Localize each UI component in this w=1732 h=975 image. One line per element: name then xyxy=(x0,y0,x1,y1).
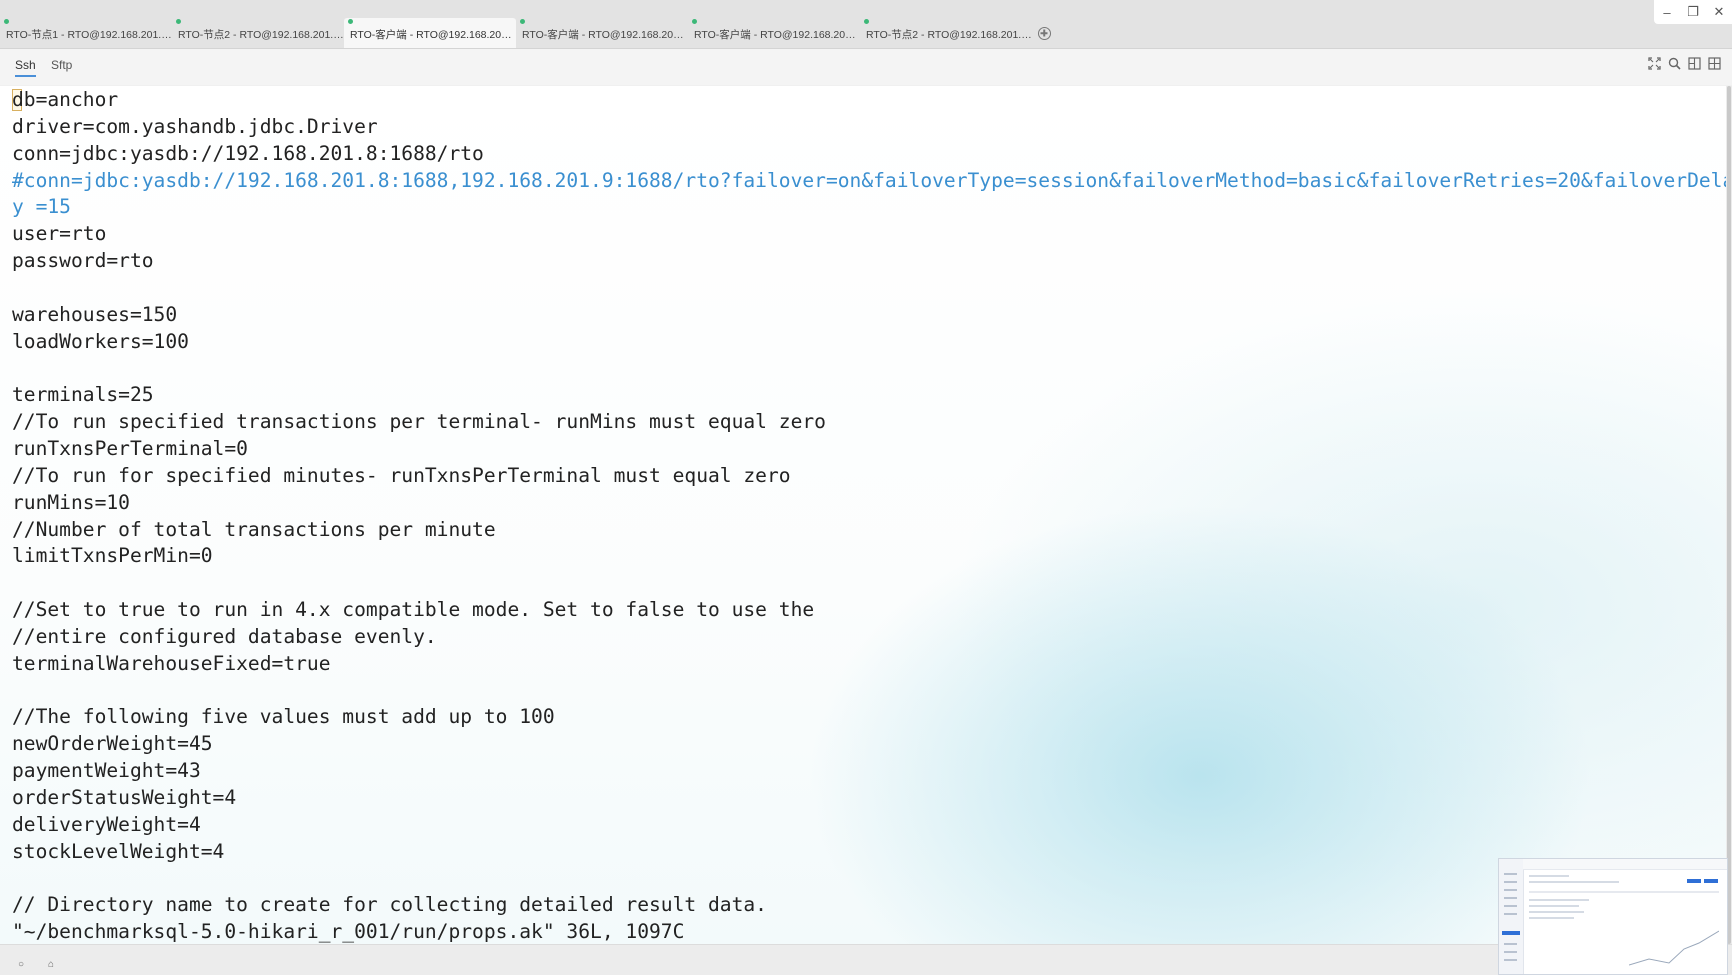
session-tab-bar: RTO-节点1 - RTO@192.168.201.8:22 RTO-节点2 -… xyxy=(0,0,1732,49)
preview-row xyxy=(1529,875,1569,877)
session-tab-label: RTO-客户端 - RTO@192.168.201.1... xyxy=(522,29,688,41)
bottom-bar: ○ ⌂ xyxy=(0,944,1732,975)
session-tab-client-active[interactable]: RTO-客户端 - RTO@192.168.201.1... xyxy=(344,18,516,48)
session-subtoolbar: Ssh Sftp xyxy=(0,49,1732,85)
terminal-line: //Number of total transactions per minut… xyxy=(12,517,496,541)
screen-preview-thumbnail[interactable] xyxy=(1498,858,1728,975)
terminal-line: //Set to true to run in 4.x compatible m… xyxy=(12,598,815,622)
terminal-line: y =15 xyxy=(12,195,71,219)
preview-row xyxy=(1529,891,1719,893)
terminal-line: terminals=25 xyxy=(12,383,154,407)
tab-sftp[interactable]: Sftp xyxy=(51,58,72,75)
terminal-line: runTxnsPerTerminal=0 xyxy=(12,436,248,460)
ssh-client-window: RTO-节点1 - RTO@192.168.201.8:22 RTO-节点2 -… xyxy=(0,0,1732,975)
preview-row xyxy=(1529,905,1579,907)
terminal-line: runMins=10 xyxy=(12,490,130,514)
session-tab-node2-b[interactable]: RTO-节点2 - RTO@192.168.201.9:22 xyxy=(860,18,1032,48)
terminal-line: password=rto xyxy=(12,249,154,273)
scrollbar-thumb[interactable] xyxy=(1727,86,1731,944)
search-icon[interactable] xyxy=(1666,55,1682,71)
status-circle-icon[interactable]: ○ xyxy=(18,959,24,970)
terminal-line: db=anchor xyxy=(12,88,119,111)
terminal-line: limitTxnsPerMin=0 xyxy=(12,544,213,568)
session-tab-label: RTO-客户端 - RTO@192.168.201.1... xyxy=(694,29,860,41)
connected-dot-icon xyxy=(348,19,353,24)
terminal-line: //To run for specified minutes- runTxnsP… xyxy=(12,463,791,487)
tab-ssh[interactable]: Ssh xyxy=(15,58,36,77)
preview-row xyxy=(1529,911,1584,913)
fullscreen-icon[interactable] xyxy=(1646,55,1662,71)
terminal-line: //To run specified transactions per term… xyxy=(12,410,826,434)
session-tab-label: RTO-节点2 - RTO@192.168.201.9:22 xyxy=(866,29,1032,41)
terminal-output[interactable]: db=anchor driver=com.yashandb.jdbc.Driver… xyxy=(0,86,1726,944)
preview-chart xyxy=(1629,930,1719,966)
close-button[interactable]: ✕ xyxy=(1706,0,1732,24)
terminal-line: "~/benchmarksql-5.0-hikari_r_001/run/pro… xyxy=(12,920,685,944)
session-tab-client-3[interactable]: RTO-客户端 - RTO@192.168.201.1... xyxy=(688,18,860,48)
terminal-scrollbar[interactable] xyxy=(1726,86,1732,944)
terminal-line: paymentWeight=43 xyxy=(12,759,201,783)
status-home-icon[interactable]: ⌂ xyxy=(48,959,54,970)
session-tab-label: RTO-节点1 - RTO@192.168.201.8:22 xyxy=(6,29,172,41)
terminal-line: newOrderWeight=45 xyxy=(12,732,213,756)
preview-row xyxy=(1529,881,1619,883)
session-tab-label: RTO-客户端 - RTO@192.168.201.1... xyxy=(350,29,516,41)
preview-sidebar xyxy=(1499,859,1524,974)
connected-dot-icon xyxy=(520,19,525,24)
plus-circle-icon xyxy=(1037,26,1051,40)
restore-button[interactable]: ❐ xyxy=(1680,0,1706,24)
session-tab-label: RTO-节点2 - RTO@192.168.201.9:22 xyxy=(178,29,344,41)
window-controls: – ❐ ✕ xyxy=(1654,0,1732,24)
preview-button xyxy=(1704,879,1718,883)
preview-button xyxy=(1687,879,1701,883)
connected-dot-icon xyxy=(692,19,697,24)
add-tab-button[interactable] xyxy=(1032,18,1056,48)
terminal-line: warehouses=150 xyxy=(12,302,178,326)
terminal-line: //The following five values must add up … xyxy=(12,705,555,729)
preview-row xyxy=(1529,899,1589,901)
connected-dot-icon xyxy=(864,19,869,24)
terminal-line: conn=jdbc:yasdb://192.168.201.8:1688/rto xyxy=(12,141,484,165)
session-tab-node2[interactable]: RTO-节点2 - RTO@192.168.201.9:22 xyxy=(172,18,344,48)
terminal-line: loadWorkers=100 xyxy=(12,329,189,353)
connected-dot-icon xyxy=(4,19,9,24)
session-tab-node1[interactable]: RTO-节点1 - RTO@192.168.201.8:22 xyxy=(0,18,172,48)
preview-header xyxy=(1523,859,1727,870)
terminal-line: orderStatusWeight=4 xyxy=(12,785,237,809)
layout-grid-icon[interactable] xyxy=(1706,55,1722,71)
minimize-button[interactable]: – xyxy=(1654,0,1680,24)
terminal-line: #conn=jdbc:yasdb://192.168.201.8:1688,19… xyxy=(12,168,1726,192)
terminal-line: //entire configured database evenly. xyxy=(12,624,437,648)
terminal-line: user=rto xyxy=(12,222,107,246)
terminal-line: terminalWarehouseFixed=true xyxy=(12,651,331,675)
terminal-line: deliveryWeight=4 xyxy=(12,812,201,836)
session-tab-client-2[interactable]: RTO-客户端 - RTO@192.168.201.1... xyxy=(516,18,688,48)
terminal-tools xyxy=(1646,55,1722,71)
connected-dot-icon xyxy=(176,19,181,24)
terminal-line: stockLevelWeight=4 xyxy=(12,839,225,863)
preview-row xyxy=(1529,917,1574,919)
terminal-line: driver=com.yashandb.jdbc.Driver xyxy=(12,114,378,138)
terminal-text: db=anchor driver=com.yashandb.jdbc.Driver… xyxy=(12,87,1726,944)
session-tabs: RTO-节点1 - RTO@192.168.201.8:22 RTO-节点2 -… xyxy=(0,18,1056,48)
terminal-line: // Directory name to create for collecti… xyxy=(12,893,767,917)
split-vertical-icon[interactable] xyxy=(1686,55,1702,71)
